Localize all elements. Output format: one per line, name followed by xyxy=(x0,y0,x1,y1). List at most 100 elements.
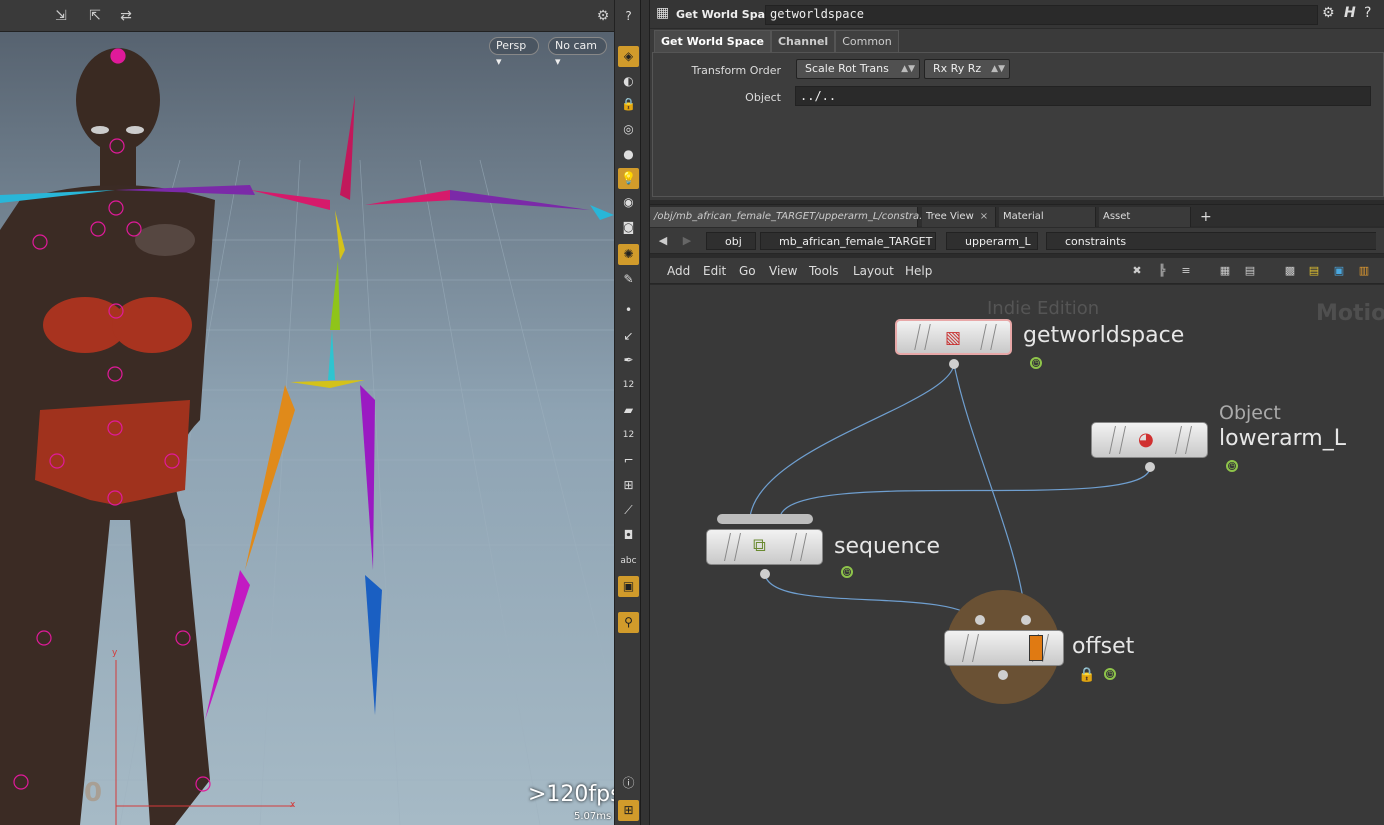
tab-tree-view[interactable]: Tree View × xyxy=(922,207,996,227)
grid-icon[interactable]: ⊞ xyxy=(618,475,639,496)
network-box-icon[interactable]: ▥ xyxy=(1357,264,1371,278)
breadcrumb-character[interactable]: mb_african_female_TARGET xyxy=(760,232,936,250)
menu-view[interactable]: View xyxy=(769,264,797,278)
node-name-field[interactable]: getworldspace xyxy=(765,5,1318,25)
shape-grid-icon[interactable]: ▤ xyxy=(1243,264,1257,278)
menu-help[interactable]: Help xyxy=(905,264,932,278)
menu-layout[interactable]: Layout xyxy=(853,264,894,278)
breadcrumb-constraints[interactable]: constraints xyxy=(1046,232,1376,250)
camera-view-label: Persp xyxy=(496,39,527,52)
menu-tools[interactable]: Tools xyxy=(809,264,839,278)
object-path-field[interactable]: ../.. xyxy=(795,86,1371,106)
background-icon[interactable]: ▣ xyxy=(618,576,639,597)
output-connector[interactable] xyxy=(949,359,959,369)
output-connector[interactable] xyxy=(1145,462,1155,472)
tab-common[interactable]: Common xyxy=(835,30,899,52)
node-lowerarm-l[interactable]: ◕ xyxy=(1091,422,1208,458)
brush-icon[interactable]: ✎ xyxy=(618,269,639,290)
tab-channel[interactable]: Channel xyxy=(770,30,836,52)
clock-flag-icon[interactable]: ◷ xyxy=(1226,460,1238,472)
clock-flag-icon[interactable]: ◷ xyxy=(841,566,853,578)
node-sequence[interactable]: ⧉ xyxy=(706,529,823,565)
help-icon[interactable]: ? xyxy=(618,6,639,27)
abc-icon[interactable]: abc xyxy=(618,551,639,572)
color-grid-icon[interactable]: ▦ xyxy=(1218,264,1232,278)
lock-icon[interactable]: 🔒 xyxy=(1078,667,1095,683)
tab-get-world-space[interactable]: Get World Space xyxy=(654,30,771,52)
image-icon[interactable]: ▩ xyxy=(1283,264,1297,278)
tab-network-path[interactable]: /obj/mb_african_female_TARGET/upperarm_L… xyxy=(650,207,943,227)
list-icon[interactable]: ≡ xyxy=(1179,264,1193,278)
wrench-icon[interactable]: ✖ xyxy=(1130,264,1144,278)
shading-icon[interactable]: ● xyxy=(618,144,639,165)
pin-icon[interactable]: ⚲ xyxy=(618,612,639,633)
curve-icon[interactable]: ⌐ xyxy=(618,450,639,471)
background-image-icon[interactable]: ▣ xyxy=(1332,264,1346,278)
input-connector[interactable] xyxy=(975,615,985,625)
viewport-options-icon[interactable]: ⚙ xyxy=(594,7,612,25)
camera-view-menu[interactable]: Persp ▾ xyxy=(489,37,539,68)
number-12b-icon[interactable]: 12 xyxy=(618,425,639,446)
character-mesh xyxy=(0,48,215,825)
number-12-icon[interactable]: 12 xyxy=(618,375,639,396)
network-editor[interactable]: Indie Edition Motion ▧ getworldspace ◷ O… xyxy=(650,285,1384,825)
node-getworldspace[interactable]: ▧ xyxy=(895,319,1012,355)
display-icon[interactable]: ◐ xyxy=(618,71,639,92)
tree-icon[interactable]: ╠ xyxy=(1155,264,1169,278)
tab-asset-browser[interactable]: Asset Browser× xyxy=(1099,207,1191,242)
snap-icon[interactable]: ◎ xyxy=(618,119,639,140)
wire-sequence-offset xyxy=(764,573,981,623)
ghost-icon[interactable]: ◈ xyxy=(618,46,639,67)
add-tab-button[interactable]: + xyxy=(1196,207,1216,227)
clock-flag-icon[interactable]: ◷ xyxy=(1104,668,1116,680)
ground-number: 0 xyxy=(84,778,103,808)
clock-flag-icon[interactable]: ◷ xyxy=(1030,357,1042,369)
pen-icon[interactable]: ✒ xyxy=(618,350,639,371)
tab-material-palette[interactable]: Material Palette× xyxy=(999,207,1096,242)
light-icon[interactable]: 💡 xyxy=(618,168,639,189)
sequence-input-bar[interactable] xyxy=(717,514,813,524)
layout-icon[interactable]: ⊞ xyxy=(618,800,639,821)
forward-arrow-icon[interactable]: ▶ xyxy=(680,234,694,248)
move-tool-icon[interactable]: ⇱ xyxy=(86,7,104,25)
breadcrumb-upperarm[interactable]: upperarm_L xyxy=(946,232,1038,250)
menu-edit[interactable]: Edit xyxy=(703,264,726,278)
edge-icon[interactable]: ↙ xyxy=(618,326,639,347)
pane-splitter[interactable] xyxy=(641,0,650,825)
square-icon[interactable]: ◘ xyxy=(618,525,639,546)
menu-add[interactable]: Add xyxy=(667,264,690,278)
display-flag[interactable] xyxy=(1029,635,1043,661)
back-arrow-icon[interactable]: ◀ xyxy=(656,234,670,248)
camera-select-menu[interactable]: No cam ▾ xyxy=(548,37,607,68)
info-icon[interactable]: ? xyxy=(1364,5,1371,21)
select-tool-icon[interactable]: ⇲ xyxy=(52,7,70,25)
bone-icon[interactable]: ⟋ xyxy=(618,500,639,521)
help-h-icon[interactable]: H xyxy=(1344,5,1356,21)
transform-tool-icon[interactable]: ⇄ xyxy=(117,7,135,25)
node-offset[interactable] xyxy=(944,630,1064,666)
scene-viewport[interactable]: y x 0 ⇲ ⇱ ⇄ ⚙ Persp ▾ No cam ▾ >120fps 5… xyxy=(0,0,614,825)
gear-icon[interactable]: ⚙ xyxy=(1322,5,1335,21)
viewport-scene xyxy=(0,48,614,825)
output-connector[interactable] xyxy=(760,569,770,579)
viewport-toolbar: ⇲ ⇱ ⇄ ⚙ xyxy=(0,0,614,32)
visibility-icon[interactable]: ◉ xyxy=(618,192,639,213)
tab-label: Tree View xyxy=(926,211,974,222)
rotate-order-value: Rx Ry Rz xyxy=(933,62,982,75)
camera-icon[interactable]: ◙ xyxy=(618,217,639,238)
wire-getworldspace-sequence xyxy=(749,363,955,518)
fill-icon[interactable]: ▰ xyxy=(618,400,639,421)
sticky-note-icon[interactable]: ▤ xyxy=(1307,264,1321,278)
breadcrumb-obj[interactable]: obj xyxy=(706,232,756,250)
transform-order-menu[interactable]: Scale Rot Trans ▲▼ xyxy=(796,59,920,79)
rotate-order-menu[interactable]: Rx Ry Rz ▲▼ xyxy=(924,59,1010,79)
get-world-space-icon: ▧ xyxy=(945,328,962,348)
lock-icon[interactable]: 🔒 xyxy=(618,94,639,115)
close-icon[interactable]: × xyxy=(980,211,988,222)
info-icon[interactable]: ⓘ xyxy=(618,773,639,794)
menu-go[interactable]: Go xyxy=(739,264,756,278)
input-connector[interactable] xyxy=(1021,615,1031,625)
bulb-icon[interactable]: ✺ xyxy=(618,244,639,265)
dot-icon[interactable]: • xyxy=(618,300,639,321)
output-connector[interactable] xyxy=(998,670,1008,680)
